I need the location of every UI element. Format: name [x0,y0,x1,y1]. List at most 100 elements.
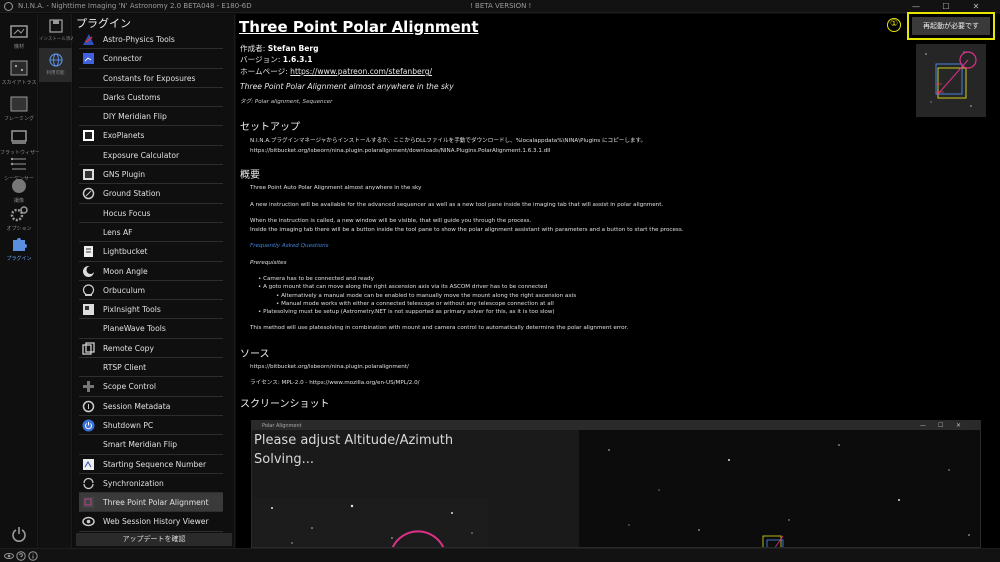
preview-window-title: Polar Alignment [262,423,302,429]
license-text: ライセンス: MPL-2.0 - https://www.mozilla.org… [250,380,420,386]
power-icon[interactable] [11,526,27,542]
equipment-icon [10,25,28,38]
setup-download-link[interactable]: https://bitbucket.org/isbeorn/nina.plugi… [250,148,550,154]
sync-icon [83,477,94,489]
plugin-version: バージョン: 1.6.3.1 [240,55,313,64]
prereq-item: • Platesolving must be setup (Astrometry… [258,309,555,315]
plugin-item[interactable]: Remote Copy [79,339,223,359]
plugin-short-description: Three Point Polar Alignment almost anywh… [240,82,454,91]
nav-sky-atlas[interactable]: スカイアトラス [0,56,38,92]
plugin-list: Astro-Physics Tools Connector Constants … [79,30,223,532]
plugin-item[interactable]: Orbuculum [79,281,223,301]
shutdown-icon [82,419,95,432]
sequencer-icon [10,157,26,170]
plugin-item[interactable]: Astro-Physics Tools [79,30,223,50]
flat-wizard-icon [11,130,27,144]
subnav-label: インストール済み [39,37,75,42]
plugin-item[interactable]: Synchronization [79,474,223,494]
plugin-title: Three Point Polar Alignment [239,18,479,36]
help-icon[interactable] [16,551,26,561]
plugin-item[interactable]: Lightbucket [79,242,223,262]
subnav-label: 利用可能 [46,71,65,76]
gear-icon [10,206,28,222]
plugin-item[interactable]: Shutdown PC [79,416,223,436]
subnav-available[interactable]: 利用可能 [39,48,72,82]
orbuculum-icon [82,284,95,296]
app-logo-icon [4,2,13,11]
plugin-item[interactable]: DIY Meridian Flip [79,107,223,127]
restart-required-label: 再起動が必要です [912,17,990,35]
preview-status-line: Solving... [254,452,315,467]
status-bar [0,548,1000,562]
web-history-icon [82,517,95,527]
imaging-icon [12,179,26,193]
preview-titlebar: Polar Alignment — ☐ ✕ [252,421,980,430]
info-icon[interactable] [28,551,38,561]
overview-paragraph: Three Point Auto Polar Alignment almost … [250,185,422,191]
overview-paragraph: When the instruction is called, a new wi… [250,218,532,224]
prereq-subitem: • Manual mode works with either a connec… [276,301,554,307]
plugin-item[interactable]: Lens AF [79,223,223,243]
sky-atlas-icon [10,60,28,76]
nav-framing[interactable]: フレーミング [0,92,38,128]
plugin-item[interactable]: ExoPlanets [79,126,223,146]
plugin-item[interactable]: Connector [79,49,223,69]
plugin-item[interactable]: Web Session History Viewer [79,512,223,532]
subnav-installed[interactable]: インストール済み [39,14,75,48]
plugin-item[interactable]: Darks Customs [79,88,223,108]
plugin-item[interactable]: Smart Meridian Flip [79,435,223,455]
source-link[interactable]: https://bitbucket.org/isbeorn/nina.plugi… [250,364,409,370]
connector-icon [83,53,94,65]
nav-label: 機材 [13,44,24,50]
overview-paragraph: This method will use platesolving in com… [250,325,629,331]
plugin-item[interactable]: Session Metadata [79,397,223,416]
preview-close-icon: ✕ [956,422,962,429]
annotation-marker: ① [887,18,901,32]
plugin-item[interactable]: RTSP Client [79,358,223,378]
nav-label: プラグイン [6,256,32,262]
screenshot-heading: スクリーンショット [240,399,330,410]
main-navigation: 機材 スカイアトラス フレーミング フラットウィザード シーケンサー 撮像 オプ… [0,14,45,548]
plugin-item[interactable]: Moon Angle [79,262,223,281]
plugin-item[interactable]: Exposure Calculator [79,146,223,166]
restart-required-button[interactable]: 再起動が必要です [907,12,995,40]
sequence-number-icon [83,458,94,470]
eye-icon[interactable] [4,551,14,561]
plugin-item[interactable]: Constants for Exposures [79,69,223,88]
setup-heading: セットアップ [240,122,300,133]
moon-icon [83,265,95,277]
prereq-subitem: • Alternatively a manual mode can be ena… [276,293,577,299]
plugin-item[interactable]: Starting Sequence Number [79,455,223,474]
plugin-detail-panel: Three Point Polar Alignment 作成者: Stefan … [236,12,1000,548]
nav-equipment[interactable]: 機材 [0,20,38,56]
plugin-item-selected[interactable]: Three Point Polar Alignment [79,493,223,513]
faq-link[interactable]: Frequently Asked Questions [250,243,329,249]
plugin-item[interactable]: PixInsight Tools [79,300,223,320]
source-heading: ソース [240,349,270,360]
plugin-item[interactable]: Ground Station [79,184,223,204]
plugin-tags: タグ: Polar alignment, Sequencer [240,99,333,105]
framing-icon [10,96,28,112]
setup-text: N.I.N.A.プラグインマネージャからインストールするか、ここからDLLファイ… [250,138,647,144]
homepage-link[interactable]: https://www.patreon.com/stefanberg/ [290,67,432,76]
window-title: N.I.N.A. - Nighttime Imaging 'N' Astrono… [18,2,252,10]
plugin-screenshot: Polar Alignment — ☐ ✕ Please adjust Alti… [251,420,981,548]
plugin-item[interactable]: GNS Plugin [79,165,223,185]
prereq-item: • Camera has to be connected and ready [258,276,374,282]
plugin-item[interactable]: PlaneWave Tools [79,319,223,339]
plugin-subnav: インストール済み 利用可能 [39,14,75,548]
nav-plugins[interactable]: プラグイン [0,232,38,268]
plugin-list-header: プラグイン [76,17,131,30]
nav-label: フレーミング [3,116,34,122]
nav-label: スカイアトラス [1,80,37,86]
puzzle-icon [13,238,27,251]
ground-station-icon [82,188,95,200]
check-updates-button[interactable]: アップデートを確認 [76,533,232,546]
plugin-homepage: ホームページ: https://www.patreon.com/stefanbe… [240,67,433,76]
plugin-item[interactable]: Hocus Focus [79,204,223,223]
nav-label: オプション [6,226,32,232]
preview-minimize-icon: — [920,422,926,429]
globe-icon [48,53,63,67]
plugin-item[interactable]: Scope Control [79,377,223,397]
astro-physics-icon [83,34,94,45]
